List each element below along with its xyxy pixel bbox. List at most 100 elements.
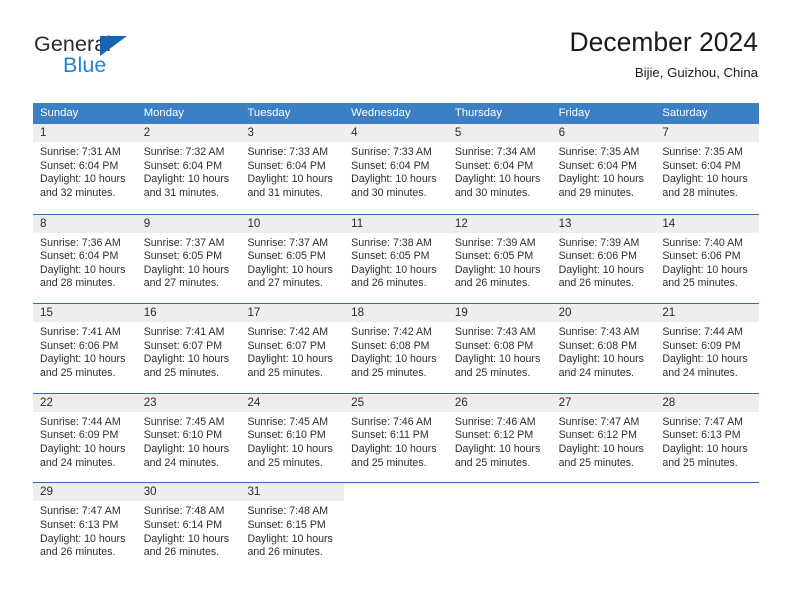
day-details: Sunrise: 7:47 AM Sunset: 6:13 PM Daylight:… (655, 412, 759, 470)
daylight-line-2: and 28 minutes. (662, 186, 738, 199)
calendar-day-cell[interactable]: 1 Sunrise: 7:31 AM Sunset: 6:04 PM Daylight… (33, 124, 137, 214)
day-details: Sunrise: 7:40 AM Sunset: 6:06 PM Daylight:… (655, 233, 759, 291)
day-number: 10 (240, 214, 345, 233)
daylight-line-1: Daylight: 10 hours (143, 353, 230, 366)
calendar-day-cell[interactable]: 13 Sunrise: 7:39 AM Sunset: 6:06 PM Dayligh… (551, 214, 656, 304)
calendar-day-cell[interactable]: 21 Sunrise: 7:44 AM Sunset: 6:09 PM Dayligh… (655, 304, 760, 393)
sunset-line: Sunset: 6:08 PM (351, 339, 430, 352)
calendar-day-cell[interactable]: 28 Sunrise: 7:47 AM Sunset: 6:13 PM Dayligh… (655, 393, 760, 483)
calendar-day-cell[interactable]: 2 Sunrise: 7:32 AM Sunset: 6:04 PM Daylight… (136, 124, 241, 214)
calendar-week-row: 8 Sunrise: 7:36 AM Sunset: 6:04 PM Daylight… (33, 213, 760, 304)
weekday-header-monday: Monday (143, 107, 184, 119)
calendar-day-cell[interactable]: 23 Sunrise: 7:45 AM Sunset: 6:10 PM Dayligh… (136, 393, 241, 483)
daylight-line-1: Daylight: 10 hours (454, 353, 541, 366)
daylight-line-1: Daylight: 10 hours (558, 353, 644, 366)
calendar-day-cell[interactable]: 30 Sunrise: 7:48 AM Sunset: 6:14 PM Dayligh… (136, 483, 241, 572)
day-number: 12 (447, 214, 552, 233)
sunrise-line: Sunrise: 7:34 AM (454, 146, 536, 158)
daylight-line-2: and 26 minutes. (454, 277, 531, 290)
day-number: 30 (136, 483, 241, 502)
day-cell-inner: 5 Sunrise: 7:34 AM Sunset: 6:04 PM Daylight… (447, 124, 552, 214)
day-number: 19 (447, 304, 552, 323)
day-cell-inner: 25 Sunrise: 7:46 AM Sunset: 6:11 PM Dayligh… (344, 393, 448, 483)
daylight-line-2: and 26 minutes. (558, 277, 634, 290)
daylight-line-1: Daylight: 10 hours (143, 263, 230, 276)
calendar-day-cell[interactable]: 31 Sunrise: 7:48 AM Sunset: 6:15 PM Dayligh… (240, 483, 345, 572)
sunset-line: Sunset: 6:04 PM (40, 250, 119, 263)
calendar-day-cell[interactable]: 11 Sunrise: 7:38 AM Sunset: 6:05 PM Dayligh… (344, 214, 448, 304)
calendar-week-row: 15 Sunrise: 7:41 AM Sunset: 6:06 PM Dayligh… (33, 303, 760, 393)
daylight-line-1: Daylight: 10 hours (247, 263, 333, 276)
calendar-day-cell[interactable]: 18 Sunrise: 7:42 AM Sunset: 6:08 PM Dayligh… (344, 304, 448, 393)
calendar-day-cell[interactable]: 15 Sunrise: 7:41 AM Sunset: 6:06 PM Dayligh… (33, 304, 137, 393)
calendar-day-cell[interactable]: 4 Sunrise: 7:33 AM Sunset: 6:04 PM Daylight… (344, 124, 448, 214)
sunset-line: Sunset: 6:05 PM (143, 250, 223, 263)
day-details: Sunrise: 7:37 AM Sunset: 6:05 PM Daylight:… (240, 233, 344, 291)
day-details: Sunrise: 7:32 AM Sunset: 6:04 PM Daylight:… (137, 142, 241, 200)
day-number: 7 (655, 124, 760, 142)
weekday-header-row: Sunday Monday Tuesday Wednesday Thursday… (33, 103, 759, 124)
calendar-day-cell[interactable]: 22 Sunrise: 7:44 AM Sunset: 6:09 PM Dayligh… (33, 393, 137, 483)
calendar-day-cell[interactable]: 5 Sunrise: 7:34 AM Sunset: 6:04 PM Daylight… (447, 124, 552, 214)
daylight-line-2: and 29 minutes. (558, 186, 634, 199)
calendar-day-cell[interactable]: 10 Sunrise: 7:37 AM Sunset: 6:05 PM Dayligh… (240, 214, 345, 304)
sunrise-line: Sunrise: 7:43 AM (454, 326, 536, 339)
calendar-day-cell[interactable]: 9 Sunrise: 7:37 AM Sunset: 6:05 PM Daylight… (136, 214, 241, 304)
calendar-day-cell[interactable]: 7 Sunrise: 7:35 AM Sunset: 6:04 PM Daylight… (655, 124, 760, 214)
calendar-day-cell-empty (344, 483, 448, 572)
day-number: 15 (33, 304, 137, 323)
calendar-day-cell[interactable]: 8 Sunrise: 7:36 AM Sunset: 6:04 PM Daylight… (33, 214, 137, 304)
day-details: Sunrise: 7:36 AM Sunset: 6:04 PM Daylight:… (33, 233, 137, 291)
sunrise-line: Sunrise: 7:44 AM (40, 415, 121, 428)
sunrise-line: Sunrise: 7:45 AM (143, 415, 225, 428)
sunset-line: Sunset: 6:04 PM (143, 159, 223, 172)
day-details: Sunrise: 7:39 AM Sunset: 6:05 PM Daylight:… (448, 233, 552, 291)
calendar-day-cell[interactable]: 3 Sunrise: 7:33 AM Sunset: 6:04 PM Daylight… (240, 124, 345, 214)
day-cell-inner: 10 Sunrise: 7:37 AM Sunset: 6:05 PM Dayligh… (240, 214, 345, 304)
calendar-day-cell[interactable]: 19 Sunrise: 7:43 AM Sunset: 6:08 PM Dayligh… (447, 304, 552, 393)
daylight-line-2: and 25 minutes. (454, 456, 531, 469)
daylight-line-2: and 26 minutes. (247, 546, 323, 559)
daylight-line-1: Daylight: 10 hours (40, 532, 126, 545)
daylight-line-2: and 25 minutes. (351, 456, 427, 469)
calendar-day-cell[interactable]: 26 Sunrise: 7:46 AM Sunset: 6:12 PM Dayligh… (447, 393, 552, 483)
daylight-line-2: and 25 minutes. (662, 456, 738, 469)
sunrise-line: Sunrise: 7:41 AM (143, 326, 225, 339)
daylight-line-2: and 26 minutes. (351, 277, 427, 290)
sunrise-line: Sunrise: 7:37 AM (247, 236, 329, 249)
sunset-line: Sunset: 6:09 PM (662, 339, 741, 352)
daylight-line-2: and 25 minutes. (662, 277, 738, 290)
day-number (655, 483, 760, 502)
calendar-day-cell[interactable]: 17 Sunrise: 7:42 AM Sunset: 6:07 PM Dayligh… (240, 304, 345, 393)
calendar-day-cell[interactable]: 6 Sunrise: 7:35 AM Sunset: 6:04 PM Daylight… (551, 124, 656, 214)
day-details: Sunrise: 7:43 AM Sunset: 6:08 PM Daylight:… (448, 322, 552, 380)
sunset-line: Sunset: 6:04 PM (247, 159, 326, 172)
day-cell-inner: 18 Sunrise: 7:42 AM Sunset: 6:08 PM Dayligh… (344, 304, 448, 393)
day-details: Sunrise: 7:46 AM Sunset: 6:12 PM Daylight:… (448, 412, 552, 470)
sunrise-line: Sunrise: 7:48 AM (143, 505, 225, 518)
daylight-line-1: Daylight: 10 hours (40, 173, 126, 186)
day-number (344, 483, 448, 502)
calendar-day-cell[interactable]: 14 Sunrise: 7:40 AM Sunset: 6:06 PM Dayligh… (655, 214, 760, 304)
daylight-line-2: and 25 minutes. (454, 366, 531, 379)
day-details: Sunrise: 7:45 AM Sunset: 6:10 PM Daylight:… (240, 412, 344, 470)
sunset-line: Sunset: 6:14 PM (143, 518, 223, 531)
calendar-day-cell[interactable]: 29 Sunrise: 7:47 AM Sunset: 6:13 PM Dayligh… (33, 483, 137, 572)
day-number: 20 (551, 304, 656, 323)
weekday-header-friday: Friday (558, 107, 590, 119)
calendar-day-cell[interactable]: 24 Sunrise: 7:45 AM Sunset: 6:10 PM Dayligh… (240, 393, 345, 483)
day-details: Sunrise: 7:41 AM Sunset: 6:06 PM Daylight:… (33, 322, 137, 380)
general-blue-logo[interactable]: General Blue (34, 33, 254, 88)
calendar-day-cell[interactable]: 16 Sunrise: 7:41 AM Sunset: 6:07 PM Dayligh… (136, 304, 241, 393)
calendar-day-cell[interactable]: 20 Sunrise: 7:43 AM Sunset: 6:08 PM Dayligh… (551, 304, 656, 393)
calendar-day-cell[interactable]: 25 Sunrise: 7:46 AM Sunset: 6:11 PM Dayligh… (344, 393, 448, 483)
sunset-line: Sunset: 6:12 PM (454, 429, 534, 442)
daylight-line-1: Daylight: 10 hours (247, 532, 333, 545)
calendar-day-cell[interactable]: 27 Sunrise: 7:47 AM Sunset: 6:12 PM Dayligh… (551, 393, 656, 483)
sunrise-line: Sunrise: 7:39 AM (454, 236, 536, 249)
sunset-line: Sunset: 6:11 PM (351, 429, 429, 442)
day-number: 18 (344, 304, 448, 323)
day-cell-inner: 4 Sunrise: 7:33 AM Sunset: 6:04 PM Daylight… (344, 124, 448, 214)
daylight-line-1: Daylight: 10 hours (143, 532, 230, 545)
calendar-day-cell[interactable]: 12 Sunrise: 7:39 AM Sunset: 6:05 PM Dayligh… (447, 214, 552, 304)
